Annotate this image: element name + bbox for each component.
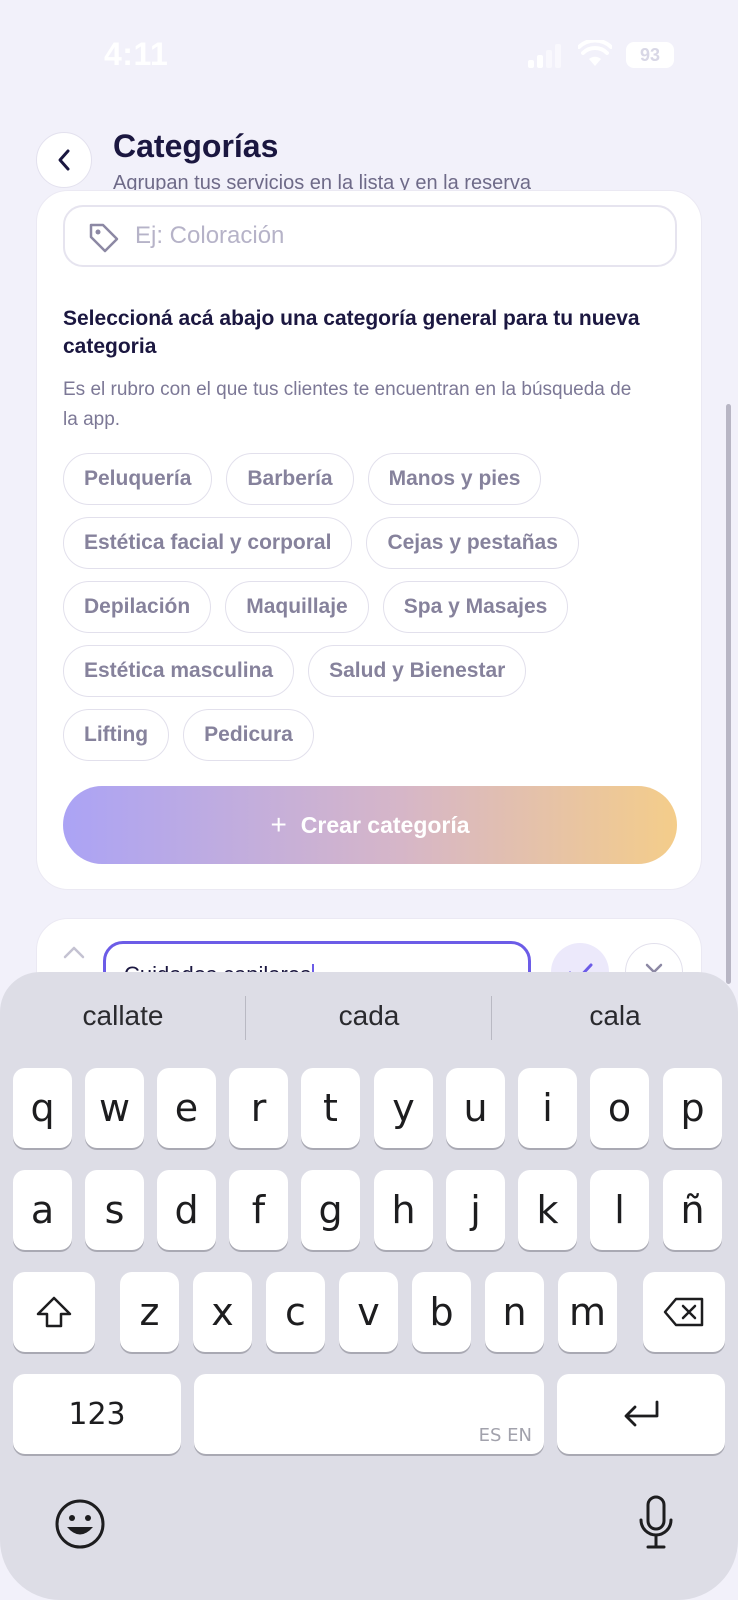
new-category-card: Seleccioná acá abajo una categoría gener… [36,190,702,890]
suggestion-item[interactable]: cada [246,972,492,1060]
key-k[interactable]: k [518,1170,577,1250]
key-b[interactable]: b [412,1272,471,1352]
chip-row: Peluquería Barbería Manos y pies [63,453,542,505]
chip-estetica-masculina[interactable]: Estética masculina [63,645,295,697]
chip-peluqueria[interactable]: Peluquería [63,453,213,505]
numbers-key[interactable]: 123 [13,1374,181,1454]
create-category-button[interactable]: + Crear categoría [63,786,677,864]
key-z[interactable]: z [120,1272,179,1352]
key-j[interactable]: j [446,1170,505,1250]
tag-icon [89,223,119,253]
key-n[interactable]: n [485,1272,544,1352]
chip-maquillaje[interactable]: Maquillaje [225,581,369,633]
chip-lifting[interactable]: Lifting [63,709,170,761]
chevron-up-icon[interactable] [63,945,85,959]
key-o[interactable]: o [590,1068,649,1148]
key-g[interactable]: g [301,1170,360,1250]
section-description: Es el rubro con el que tus clientes te e… [63,379,632,430]
chip-depilacion[interactable]: Depilación [63,581,212,633]
key-enye[interactable]: ñ [663,1170,722,1250]
shift-icon [36,1296,72,1328]
key-i[interactable]: i [518,1068,577,1148]
key-c[interactable]: c [266,1272,325,1352]
chip-pedicura[interactable]: Pedicura [183,709,314,761]
chip-row: Estética facial y corporal Cejas y pesta… [63,517,579,569]
space-key[interactable]: ES EN [194,1374,544,1454]
key-y[interactable]: y [374,1068,433,1148]
shift-key[interactable] [13,1272,95,1352]
status-bar: 4:11 93 [0,0,738,110]
backspace-key[interactable] [643,1272,725,1352]
key-l[interactable]: l [590,1170,649,1250]
key-m[interactable]: m [558,1272,617,1352]
chip-spa-masajes[interactable]: Spa y Masajes [382,581,569,633]
section-title: Seleccioná acá abajo una categoría gener… [63,307,640,358]
category-name-field[interactable] [63,205,677,267]
category-name-input[interactable] [135,207,655,265]
return-icon [624,1400,659,1427]
chip-cejas-pestanas[interactable]: Cejas y pestañas [366,517,579,569]
chevron-left-icon [58,149,70,171]
backspace-icon [663,1297,704,1327]
key-r[interactable]: r [229,1068,288,1148]
chip-manos-y-pies[interactable]: Manos y pies [367,453,542,505]
page-title: Categorías [113,128,279,164]
key-q[interactable]: q [13,1068,72,1148]
suggestion-item[interactable]: callate [0,972,246,1060]
suggestion-item[interactable]: cala [492,972,738,1060]
key-w[interactable]: w [85,1068,144,1148]
status-time: 4:11 [104,36,169,72]
key-x[interactable]: x [193,1272,252,1352]
cellular-signal-icon [528,44,562,68]
plus-icon: + [270,809,287,840]
key-f[interactable]: f [229,1170,288,1250]
chip-estetica-facial-corporal[interactable]: Estética facial y corporal [63,517,353,569]
key-s[interactable]: s [85,1170,144,1250]
back-button[interactable] [36,132,92,188]
key-d[interactable]: d [157,1170,216,1250]
chip-salud-bienestar[interactable]: Salud y Bienestar [308,645,527,697]
keyboard-language-label: ES EN [478,1425,532,1446]
chip-row: Depilación Maquillaje Spa y Masajes [63,581,569,633]
suggestion-bar: callate cada cala [0,972,738,1060]
key-e[interactable]: e [157,1068,216,1148]
wifi-icon [578,40,612,66]
scrollbar[interactable] [726,404,731,984]
emoji-icon[interactable] [54,1498,106,1550]
battery-indicator: 93 [626,42,674,68]
chip-barberia[interactable]: Barbería [226,453,354,505]
return-key[interactable] [557,1374,725,1454]
on-screen-keyboard: callate cada cala q w e r t y u i o p a … [0,972,738,1600]
microphone-icon[interactable] [636,1494,676,1552]
chip-row: Lifting Pedicura [63,709,314,761]
key-a[interactable]: a [13,1170,72,1250]
chip-row: Estética masculina Salud y Bienestar [63,645,527,697]
key-h[interactable]: h [374,1170,433,1250]
key-v[interactable]: v [339,1272,398,1352]
key-p[interactable]: p [663,1068,722,1148]
create-category-label: Crear categoría [300,811,470,838]
key-t[interactable]: t [301,1068,360,1148]
key-u[interactable]: u [446,1068,505,1148]
